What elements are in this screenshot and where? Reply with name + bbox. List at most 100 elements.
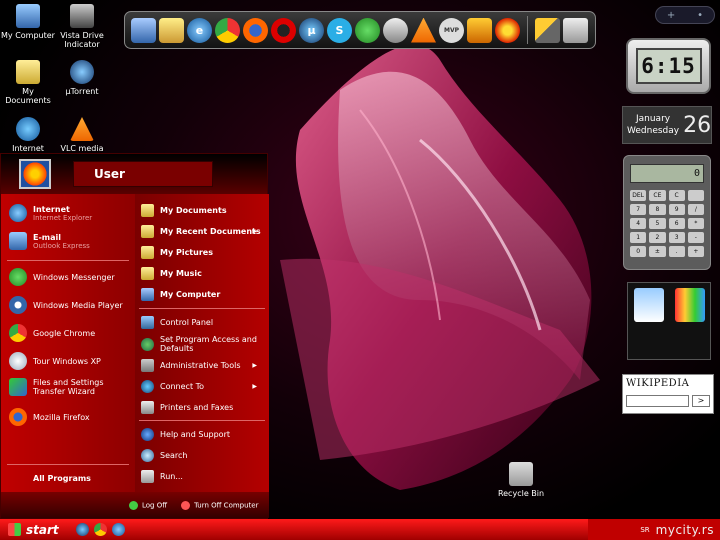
utorrent-icon[interactable] bbox=[76, 523, 89, 536]
messenger-icon[interactable] bbox=[355, 17, 380, 43]
messenger-icon bbox=[9, 268, 27, 286]
menu-item-sublabel: Internet Explorer bbox=[33, 213, 93, 222]
pencil-cup-icon[interactable] bbox=[674, 288, 705, 322]
calculator-key[interactable] bbox=[687, 190, 704, 201]
calculator-key[interactable]: 6 bbox=[668, 218, 685, 229]
desktop-icon-label: Internet bbox=[12, 144, 44, 153]
calculator-key[interactable]: - bbox=[687, 232, 704, 243]
wikipedia-gadget: WIKIPEDIA > bbox=[622, 374, 714, 414]
calculator-key[interactable]: 8 bbox=[649, 204, 666, 215]
menu-item-my-recent-documents[interactable]: My Recent Documents ▶ bbox=[141, 225, 265, 238]
add-gadget-button[interactable]: + bbox=[667, 10, 675, 21]
chrome-icon[interactable] bbox=[215, 17, 240, 43]
calculator-key[interactable]: CE bbox=[649, 190, 666, 201]
log-off-icon bbox=[129, 500, 138, 510]
start-menu-footer: Log Off Turn Off Computer bbox=[1, 492, 269, 518]
menu-item-label: Windows Media Player bbox=[33, 300, 123, 310]
desktop-icon-vlc[interactable]: VLC media bbox=[54, 117, 110, 153]
menu-item-my-documents[interactable]: My Documents bbox=[141, 204, 227, 217]
calculator-key[interactable]: 7 bbox=[630, 204, 647, 215]
skype-icon[interactable]: S bbox=[327, 17, 352, 43]
winamp-icon[interactable] bbox=[467, 17, 492, 43]
menu-item-windows-messenger[interactable]: Windows Messenger bbox=[9, 268, 115, 286]
opera-icon[interactable] bbox=[271, 17, 296, 43]
sidebar-menu-button[interactable]: • bbox=[697, 10, 703, 21]
menu-item-my-pictures[interactable]: My Pictures bbox=[141, 246, 213, 259]
mail-icon[interactable] bbox=[159, 17, 184, 43]
notepad-icon[interactable] bbox=[633, 288, 664, 322]
calendar-gadget[interactable]: January Wednesday 26 bbox=[622, 106, 712, 144]
notes-gadget[interactable] bbox=[627, 282, 711, 360]
menu-item-label: My Music bbox=[160, 269, 202, 278]
calculator-key[interactable]: DEL bbox=[630, 190, 647, 201]
menu-item-label: Windows Messenger bbox=[33, 272, 115, 282]
mvp-icon[interactable]: MVP bbox=[439, 17, 464, 43]
vlc-icon[interactable] bbox=[411, 17, 436, 43]
desktop-icon-vista-drive-indicator[interactable]: Vista Drive Indicator bbox=[54, 4, 110, 49]
menu-item-label: Connect To bbox=[160, 382, 205, 391]
menu-item-connect-to[interactable]: Connect To ▶ bbox=[141, 380, 265, 393]
menu-item-search[interactable]: Search bbox=[141, 449, 187, 462]
calculator-key[interactable]: 1 bbox=[630, 232, 647, 243]
calculator-key[interactable]: 5 bbox=[649, 218, 666, 229]
desktop-icon-recycle-bin[interactable]: Recycle Bin bbox=[494, 462, 548, 498]
calculator-key[interactable]: C bbox=[668, 190, 685, 201]
admin-tools-icon bbox=[141, 359, 154, 372]
desktop-icon-my-documents[interactable]: My Documents bbox=[0, 60, 56, 105]
utorrent-icon[interactable]: µ bbox=[299, 17, 324, 43]
menu-item-my-computer[interactable]: My Computer bbox=[141, 288, 220, 301]
calculator-key[interactable]: / bbox=[687, 204, 704, 215]
menu-item-email[interactable]: E-mail Outlook Express bbox=[9, 232, 90, 250]
calculator-key[interactable]: 9 bbox=[668, 204, 685, 215]
calendar-weekday: Wednesday bbox=[627, 126, 680, 136]
menu-item-tour-windows-xp[interactable]: Tour Windows XP bbox=[9, 352, 101, 370]
computer-icon bbox=[16, 4, 40, 28]
wikipedia-search-input[interactable] bbox=[626, 395, 689, 407]
menu-separator bbox=[139, 420, 265, 421]
calculator-key[interactable]: . bbox=[668, 246, 685, 257]
calculator-key[interactable]: + bbox=[687, 246, 704, 257]
wikipedia-go-button[interactable]: > bbox=[692, 395, 710, 407]
menu-item-mozilla-firefox[interactable]: Mozilla Firefox bbox=[9, 408, 90, 426]
calculator-key[interactable]: ± bbox=[649, 246, 666, 257]
chrome-icon[interactable] bbox=[94, 523, 107, 536]
computer-icon[interactable] bbox=[131, 17, 156, 43]
tools-icon[interactable] bbox=[535, 17, 560, 43]
nero-icon[interactable] bbox=[383, 17, 408, 43]
burn-icon[interactable] bbox=[495, 17, 520, 43]
menu-item-printers-faxes[interactable]: Printers and Faxes bbox=[141, 401, 233, 414]
desktop-icon-utorrent[interactable]: µTorrent bbox=[54, 60, 110, 96]
chrome-icon bbox=[9, 324, 27, 342]
start-button[interactable]: start bbox=[0, 519, 70, 540]
menu-item-internet[interactable]: Internet Internet Explorer bbox=[9, 204, 92, 222]
menu-item-windows-media-player[interactable]: Windows Media Player bbox=[9, 296, 123, 314]
menu-separator bbox=[7, 464, 129, 465]
calculator-key[interactable]: * bbox=[687, 218, 704, 229]
firefox-icon[interactable] bbox=[243, 17, 268, 43]
clock-gadget[interactable]: 6:15 bbox=[626, 38, 711, 94]
recycle-bin-icon[interactable] bbox=[563, 17, 588, 43]
menu-item-files-settings-transfer[interactable]: Files and Settings Transfer Wizard bbox=[9, 378, 131, 396]
transfer-wizard-icon bbox=[9, 378, 27, 396]
desktop-icon-label: My Computer bbox=[1, 31, 55, 40]
internet-explorer-icon[interactable] bbox=[112, 523, 125, 536]
calculator-key[interactable]: 4 bbox=[630, 218, 647, 229]
turn-off-button[interactable]: Turn Off Computer bbox=[181, 500, 258, 510]
calculator-key[interactable]: 3 bbox=[668, 232, 685, 243]
language-indicator[interactable]: SR bbox=[640, 526, 649, 534]
desktop-icon-internet[interactable]: Internet bbox=[0, 117, 56, 153]
menu-item-administrative-tools[interactable]: Administrative Tools ▶ bbox=[141, 359, 265, 372]
all-programs-button[interactable]: All Programs bbox=[33, 474, 91, 483]
internet-explorer-icon[interactable]: e bbox=[187, 17, 212, 43]
menu-item-set-program-access[interactable]: Set Program Access and Defaults bbox=[141, 335, 265, 353]
menu-item-google-chrome[interactable]: Google Chrome bbox=[9, 324, 95, 342]
menu-item-run[interactable]: Run... bbox=[141, 470, 183, 483]
calculator-key[interactable]: 2 bbox=[649, 232, 666, 243]
menu-item-label: Files and Settings Transfer Wizard bbox=[33, 378, 104, 396]
menu-item-help-support[interactable]: Help and Support bbox=[141, 428, 230, 441]
calculator-key[interactable]: 0 bbox=[630, 246, 647, 257]
desktop-icon-my-computer[interactable]: My Computer bbox=[0, 4, 56, 40]
menu-item-control-panel[interactable]: Control Panel bbox=[141, 316, 213, 329]
log-off-button[interactable]: Log Off bbox=[129, 500, 167, 510]
menu-item-my-music[interactable]: My Music bbox=[141, 267, 202, 280]
